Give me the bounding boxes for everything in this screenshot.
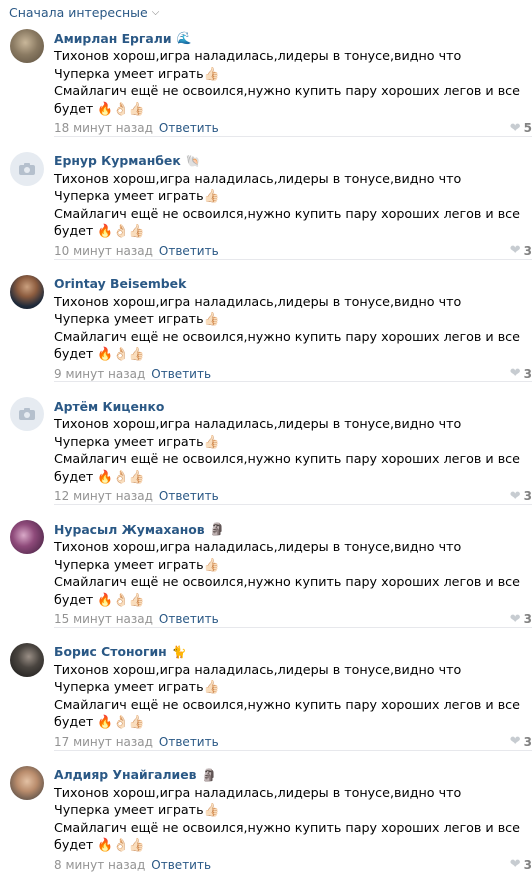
sort-label: Сначала интересные (9, 4, 148, 20)
author-name[interactable]: Алдияр Унайгалиев (54, 767, 197, 782)
comment-list: Амирлан Ергали 🌊 Тихонов хорош,игра нала… (0, 22, 532, 883)
comment-item: Борис Стоногин 🐈 Тихонов хорош,игра нала… (0, 636, 532, 759)
avatar[interactable] (10, 29, 44, 63)
heart-icon: ❤ (509, 243, 521, 259)
comment-line: Тихонов хорош,игра наладилась,лидеры в т… (54, 539, 462, 572)
avatar[interactable] (10, 765, 44, 800)
comment-text: Тихонов хорош,игра наладилась,лидеры в т… (54, 47, 520, 117)
comment-text: Тихонов хорош,игра наладилась,лидеры в т… (54, 661, 520, 731)
like-button[interactable]: ❤ 3 (510, 734, 532, 749)
like-button[interactable]: ❤ 3 (510, 489, 532, 504)
comment-line: Смайлагич ещё не освоился,нужно купить п… (54, 328, 520, 362)
camera-icon (19, 162, 35, 175)
camera-icon (19, 408, 35, 421)
comment-line: Тихонов хорош,игра наладилась,лидеры в т… (54, 661, 462, 695)
like-count: 3 (523, 366, 532, 381)
author-name[interactable]: Orintay Beisembek (54, 276, 186, 291)
avatar[interactable] (10, 642, 44, 677)
like-button[interactable]: ❤ 3 (510, 612, 532, 627)
author-name[interactable]: Ернур Курманбек (54, 153, 181, 168)
reply-button[interactable]: Ответить (159, 121, 219, 135)
chevron-down-icon: ⌵ (151, 6, 160, 18)
avatar[interactable] (10, 151, 44, 186)
like-count: 3 (523, 734, 532, 749)
like-button[interactable]: ❤ 3 (510, 243, 532, 258)
timestamp[interactable]: 18 минут назад (54, 121, 153, 135)
author-name[interactable]: Нурасыл Жумаханов (54, 522, 205, 537)
heart-icon: ❤ (509, 120, 521, 136)
heart-icon: ❤ (509, 734, 521, 750)
comment-line: Смайлагич ещё не освоился,нужно купить п… (54, 819, 520, 853)
comment-item: Orintay Beisembek Тихонов хорош,игра нал… (0, 268, 532, 391)
heart-icon: ❤ (509, 857, 521, 873)
timestamp[interactable]: 15 минут назад (54, 612, 153, 626)
comment-line: Смайлагич ещё не освоился,нужно купить п… (54, 574, 520, 607)
comment-text: Тихонов хорош,игра наладилась,лидеры в т… (54, 415, 520, 485)
author-badge-icon: 🐚 (185, 153, 201, 168)
author-name[interactable]: Амирлан Ергали (54, 31, 172, 46)
reply-button[interactable]: Ответить (151, 367, 211, 381)
comment-text: Тихонов хорош,игра наладилась,лидеры в т… (54, 784, 520, 854)
comment-line: Смайлагич ещё не освоился,нужно купить п… (54, 83, 520, 116)
timestamp[interactable]: 8 минут назад (54, 858, 145, 872)
comment-item: Амирлан Ергали 🌊 Тихонов хорош,игра нала… (0, 22, 532, 145)
comment-line: Тихонов хорош,игра наладилась,лидеры в т… (54, 293, 462, 327)
comment-item: Алдияр Унайгалиев 🗿 Тихонов хорош,игра н… (0, 759, 532, 883)
like-count: 3 (523, 857, 532, 872)
author-name[interactable]: Борис Стоногин (54, 644, 167, 659)
comment-line: Смайлагич ещё не освоился,нужно купить п… (54, 451, 520, 484)
comment-line: Тихонов хорош,игра наладилась,лидеры в т… (54, 416, 462, 449)
sort-dropdown[interactable]: Сначала интересные ⌵ (0, 0, 532, 22)
comment-item: Нурасыл Жумаханов 🗿 Тихонов хорош,игра н… (0, 513, 532, 636)
avatar[interactable] (10, 520, 44, 555)
like-count: 3 (523, 489, 532, 504)
comment-item: Ернур Курманбек 🐚 Тихонов хорош,игра нал… (0, 145, 532, 268)
reply-button[interactable]: Ответить (159, 612, 219, 626)
like-button[interactable]: ❤ 5 (510, 121, 532, 136)
comment-line: Смайлагич ещё не освоился,нужно купить п… (54, 205, 520, 239)
reply-button[interactable]: Ответить (159, 735, 219, 749)
avatar[interactable] (10, 274, 44, 309)
like-count: 3 (523, 243, 532, 258)
avatar[interactable] (10, 397, 44, 432)
author-badge-icon: 🗿 (209, 522, 225, 537)
timestamp[interactable]: 10 минут назад (54, 244, 153, 258)
author-badge-icon: 🌊 (176, 31, 192, 45)
like-count: 3 (523, 612, 532, 627)
comment-line: Тихонов хорош,игра наладилась,лидеры в т… (54, 170, 462, 204)
reply-button[interactable]: Ответить (151, 858, 211, 872)
like-button[interactable]: ❤ 3 (510, 366, 532, 381)
like-count: 5 (523, 121, 532, 135)
comment-text: Тихонов хорош,игра наладилась,лидеры в т… (54, 170, 520, 240)
author-badge-icon: 🗿 (201, 767, 217, 782)
comment-line: Смайлагич ещё не освоился,нужно купить п… (54, 696, 520, 730)
timestamp[interactable]: 12 минут назад (54, 489, 153, 503)
comment-line: Тихонов хорош,игра наладилась,лидеры в т… (54, 48, 462, 81)
heart-icon: ❤ (509, 366, 521, 382)
author-name[interactable]: Артём Киценко (54, 399, 164, 414)
timestamp[interactable]: 9 минут назад (54, 367, 145, 381)
comment-item: Артём Киценко Тихонов хорош,игра наладил… (0, 390, 532, 513)
reply-button[interactable]: Ответить (159, 489, 219, 503)
comment-line: Тихонов хорош,игра наладилась,лидеры в т… (54, 784, 462, 818)
reply-button[interactable]: Ответить (159, 244, 219, 258)
like-button[interactable]: ❤ 3 (510, 857, 532, 872)
comment-text: Тихонов хорош,игра наладилась,лидеры в т… (54, 293, 520, 363)
heart-icon: ❤ (509, 611, 521, 627)
author-badge-icon: 🐈 (171, 644, 187, 659)
comment-text: Тихонов хорош,игра наладилась,лидеры в т… (54, 538, 520, 608)
heart-icon: ❤ (509, 488, 521, 504)
timestamp[interactable]: 17 минут назад (54, 735, 153, 749)
